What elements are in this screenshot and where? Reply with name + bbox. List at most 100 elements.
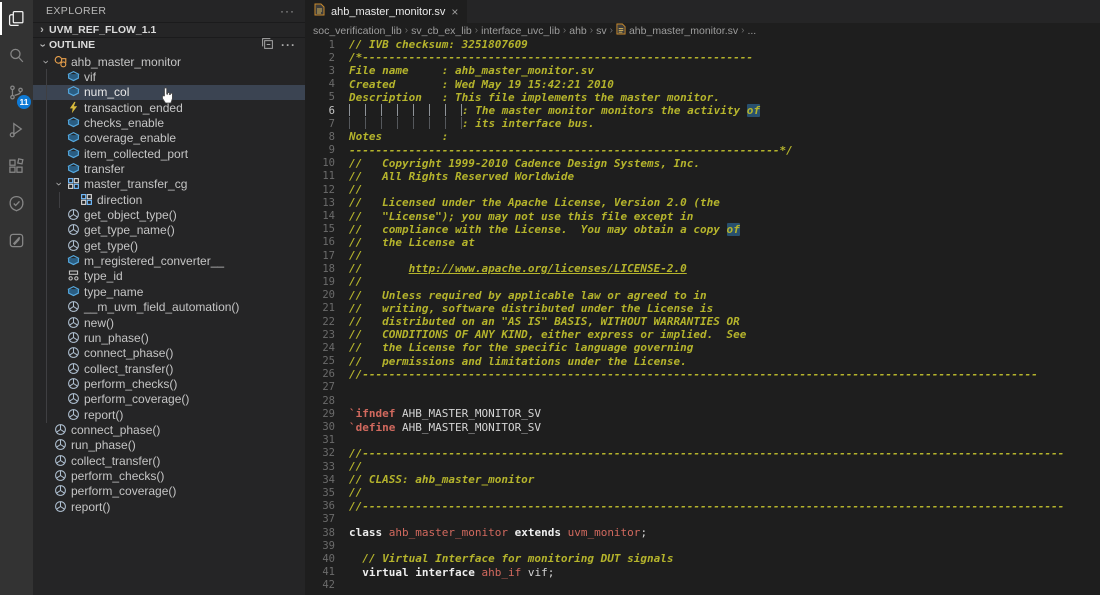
code-line-23[interactable]: 23// CONDITIONS OF ANY KIND, either expr… <box>305 328 1100 341</box>
outline-item-collect_transfer[interactable]: collect_transfer() <box>33 453 305 468</box>
code-line-24[interactable]: 24// the License for the specific langua… <box>305 341 1100 354</box>
breadcrumb-item-interface_uvc_lib[interactable]: interface_uvc_lib <box>481 25 560 37</box>
code-line-17[interactable]: 17// <box>305 249 1100 262</box>
code-line-41[interactable]: 41 virtual interface ahb_if vif; <box>305 566 1100 579</box>
outline-item-transaction_ended[interactable]: transaction_ended <box>33 100 305 115</box>
code-line-30[interactable]: 30`define AHB_MASTER_MONITOR_SV <box>305 420 1100 433</box>
outline-item-vif[interactable]: vif <box>33 69 305 84</box>
code-line-9[interactable]: 9---------------------------------------… <box>305 144 1100 157</box>
tab-bar: ahb_master_monitor.sv × <box>305 0 1100 23</box>
code-line-10[interactable]: 10// Copyright 1999-2010 Cadence Design … <box>305 157 1100 170</box>
code-line-8[interactable]: 8Notes : <box>305 130 1100 143</box>
outline-item-perform_checks[interactable]: perform_checks() <box>33 376 305 391</box>
line-number: 37 <box>305 513 335 525</box>
outline-item-checks_enable[interactable]: checks_enable <box>33 115 305 130</box>
outline-item-master_transfer_cg[interactable]: ›master_transfer_cg <box>33 177 305 192</box>
code-line-18[interactable]: 18// http://www.apache.org/licenses/LICE… <box>305 262 1100 275</box>
code-line-6[interactable]: 6: The master monitor monitors the activ… <box>305 104 1100 117</box>
collapse-all-icon[interactable] <box>261 37 274 53</box>
code-line-20[interactable]: 20// Unless required by applicable law o… <box>305 289 1100 302</box>
section-outline[interactable]: › OUTLINE ··· <box>33 37 305 52</box>
outline-item-perform_checks[interactable]: perform_checks() <box>33 468 305 483</box>
code-line-35[interactable]: 35// <box>305 486 1100 499</box>
code-line-42[interactable]: 42 <box>305 579 1100 592</box>
extensions-icon[interactable] <box>0 148 33 185</box>
tab-ahb-master-monitor[interactable]: ahb_master_monitor.sv × <box>305 0 467 23</box>
outline-item-type_id[interactable]: type_id <box>33 269 305 284</box>
code-line-28[interactable]: 28 <box>305 394 1100 407</box>
outline-item-coverage_enable[interactable]: coverage_enable <box>33 131 305 146</box>
outline-item-__m_uvm_field_automation[interactable]: __m_uvm_field_automation() <box>33 300 305 315</box>
code-line-27[interactable]: 27 <box>305 381 1100 394</box>
code-editor[interactable]: 1// IVB checksum: 32518076092/*---------… <box>305 38 1100 595</box>
outline-item-transfer[interactable]: transfer <box>33 161 305 176</box>
code-line-14[interactable]: 14// "License"); you may not use this fi… <box>305 209 1100 222</box>
outline-item-connect_phase[interactable]: connect_phase() <box>33 422 305 437</box>
outline-item-direction[interactable]: direction <box>33 192 305 207</box>
outline-item-perform_coverage[interactable]: perform_coverage() <box>33 392 305 407</box>
code-line-15[interactable]: 15// compliance with the License. You ma… <box>305 223 1100 236</box>
code-line-25[interactable]: 25// permissions and limitations under t… <box>305 355 1100 368</box>
close-icon[interactable]: × <box>451 6 458 18</box>
code-line-37[interactable]: 37 <box>305 513 1100 526</box>
code-line-29[interactable]: 29`ifndef AHB_MASTER_MONITOR_SV <box>305 407 1100 420</box>
outline-item-get_type[interactable]: get_type() <box>33 238 305 253</box>
outline-item-get_object_type[interactable]: get_object_type() <box>33 207 305 222</box>
breadcrumb-item-ahb_master_monitor.sv[interactable]: ahb_master_monitor.sv <box>616 23 738 38</box>
breadcrumb-item-ahb[interactable]: ahb <box>569 25 587 37</box>
run-debug-icon[interactable] <box>0 111 33 148</box>
explorer-icon[interactable] <box>0 0 33 37</box>
code-line-16[interactable]: 16// the License at <box>305 236 1100 249</box>
code-line-32[interactable]: 32//------------------------------------… <box>305 447 1100 460</box>
notebook-icon[interactable] <box>0 222 33 259</box>
search-icon[interactable] <box>0 37 33 74</box>
breadcrumb-item-soc_verification_lib[interactable]: soc_verification_lib <box>313 25 402 37</box>
outline-item-perform_coverage[interactable]: perform_coverage() <box>33 484 305 499</box>
code-line-31[interactable]: 31 <box>305 434 1100 447</box>
line-number: 33 <box>305 461 335 473</box>
breadcrumb-item-sv[interactable]: sv <box>596 25 607 37</box>
code-line-34[interactable]: 34// CLASS: ahb_master_monitor <box>305 473 1100 486</box>
explorer-more-icon[interactable]: ··· <box>280 4 295 18</box>
code-line-2[interactable]: 2/*-------------------------------------… <box>305 51 1100 64</box>
outline-item-collect_transfer[interactable]: collect_transfer() <box>33 361 305 376</box>
outline-item-ahb_master_monitor[interactable]: ›ahb_master_monitor <box>33 54 305 69</box>
code-line-21[interactable]: 21// writing, software distributed under… <box>305 302 1100 315</box>
breadcrumb-item-sv_cb_ex_lib[interactable]: sv_cb_ex_lib <box>411 25 472 37</box>
code-line-22[interactable]: 22// distributed on an "AS IS" BASIS, WI… <box>305 315 1100 328</box>
section-uvm-ref-flow[interactable]: › UVM_REF_FLOW_1.1 <box>33 22 305 37</box>
outline-item-run_phase[interactable]: run_phase() <box>33 438 305 453</box>
code-line-39[interactable]: 39 <box>305 539 1100 552</box>
outline-item-m_registered_converter__[interactable]: m_registered_converter__ <box>33 253 305 268</box>
outline-more-icon[interactable]: ··· <box>281 38 296 52</box>
code-line-4[interactable]: 4Created : Wed May 19 15:42:21 2010 <box>305 78 1100 91</box>
outline-item-num_col[interactable]: num_col <box>33 85 305 100</box>
code-line-11[interactable]: 11// All Rights Reserved Worldwide <box>305 170 1100 183</box>
outline-item-run_phase[interactable]: run_phase() <box>33 330 305 345</box>
source-control-icon[interactable]: 11 <box>0 74 33 111</box>
code-text: // CLASS: ahb_master_monitor <box>349 473 534 486</box>
code-line-3[interactable]: 3File name : ahb_master_monitor.sv <box>305 64 1100 77</box>
outline-item-report[interactable]: report() <box>33 499 305 514</box>
testing-icon[interactable] <box>0 185 33 222</box>
code-line-13[interactable]: 13// Licensed under the Apache License, … <box>305 196 1100 209</box>
outline-item-new[interactable]: new() <box>33 315 305 330</box>
code-line-19[interactable]: 19// <box>305 275 1100 288</box>
outline-item-item_collected_port[interactable]: item_collected_port <box>33 146 305 161</box>
outline-item-report[interactable]: report() <box>33 407 305 422</box>
code-line-40[interactable]: 40 // Virtual Interface for monitoring D… <box>305 552 1100 565</box>
outline-item-get_type_name[interactable]: get_type_name() <box>33 223 305 238</box>
line-number: 39 <box>305 540 335 552</box>
code-line-33[interactable]: 33// <box>305 460 1100 473</box>
outline-item-connect_phase[interactable]: connect_phase() <box>33 346 305 361</box>
code-line-7[interactable]: 7: its interface bus. <box>305 117 1100 130</box>
code-line-36[interactable]: 36//------------------------------------… <box>305 500 1100 513</box>
outline-item-type_name[interactable]: type_name <box>33 284 305 299</box>
symbol-field-icon <box>65 116 81 130</box>
code-line-1[interactable]: 1// IVB checksum: 3251807609 <box>305 38 1100 51</box>
code-line-12[interactable]: 12// <box>305 183 1100 196</box>
code-line-26[interactable]: 26//------------------------------------… <box>305 368 1100 381</box>
breadcrumb-item-...[interactable]: ... <box>747 25 756 37</box>
code-line-38[interactable]: 38class ahb_master_monitor extends uvm_m… <box>305 526 1100 539</box>
code-line-5[interactable]: 5Description : This file implements the … <box>305 91 1100 104</box>
